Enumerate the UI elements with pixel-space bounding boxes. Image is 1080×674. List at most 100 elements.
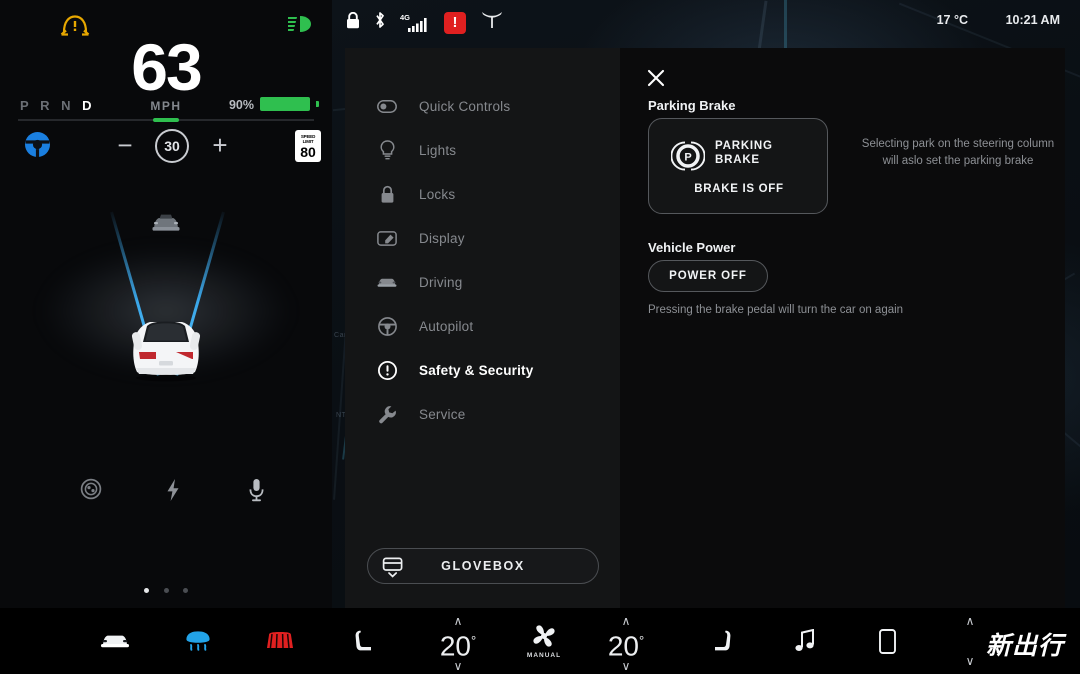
car-controls-icon[interactable] xyxy=(92,608,138,674)
energy-bolt-icon[interactable] xyxy=(150,478,196,507)
settings-nav-list: Quick Controls Lights Locks Display Driv… xyxy=(345,48,620,608)
cluster-action-row xyxy=(0,478,332,532)
instrument-cluster: 63 P R N D MPH 90% − 30 + SPEED LIMIT 80 xyxy=(0,0,332,608)
cluster-divider xyxy=(18,118,314,122)
bluetooth-icon[interactable] xyxy=(374,11,386,34)
steering-wheel-icon xyxy=(377,316,397,336)
sidebar-item-label: Autopilot xyxy=(419,318,474,334)
sidebar-item-locks[interactable]: Locks xyxy=(345,172,620,216)
passenger-temperature-control[interactable]: ∧ 20° ∨ xyxy=(596,608,656,674)
media-note-icon[interactable] xyxy=(782,608,828,674)
driver-temperature-value: 20° xyxy=(439,630,477,662)
cruise-speed-decrease-button[interactable]: − xyxy=(113,132,137,158)
display-screen-icon xyxy=(377,228,397,248)
svg-text:P: P xyxy=(684,151,691,163)
sidebar-item-display[interactable]: Display xyxy=(345,216,620,260)
ego-vehicle-icon xyxy=(123,306,209,389)
sidebar-item-label: Service xyxy=(419,406,466,422)
phone-icon[interactable] xyxy=(864,608,910,674)
speed-limit-value: 80 xyxy=(300,144,316,160)
parking-brake-line1: PARKING xyxy=(715,140,773,152)
chevron-down-icon[interactable]: ∨ xyxy=(428,660,488,672)
lead-vehicle-icon xyxy=(149,210,183,241)
divider-marker xyxy=(153,118,179,122)
degree-symbol: ° xyxy=(638,633,645,648)
clock-time: 10:21 AM xyxy=(1005,13,1060,27)
lock-icon[interactable] xyxy=(346,11,360,34)
parking-brake-line2: BRAKE xyxy=(715,154,760,166)
sidebar-item-label: Quick Controls xyxy=(419,98,511,114)
parking-brake-section-title: Parking Brake xyxy=(648,98,736,113)
parking-brake-button[interactable]: P PARKING BRAKE BRAKE IS OFF xyxy=(648,118,828,214)
sidebar-item-label: Display xyxy=(419,230,465,246)
sidebar-item-service[interactable]: Service xyxy=(345,392,620,436)
glovebox-label: GLOVEBOX xyxy=(441,559,525,573)
tesla-logo-icon[interactable] xyxy=(480,10,504,35)
page-dot-3[interactable] xyxy=(182,588,188,593)
sidebar-item-label: Driving xyxy=(419,274,463,290)
glovebox-icon xyxy=(382,556,404,583)
car-infotainment-screen: Car NT ry CH HE ng oo s Hwy 4G ! xyxy=(0,0,1080,674)
speed-limit-sign: SPEED LIMIT 80 xyxy=(295,130,321,162)
padlock-icon xyxy=(377,184,397,204)
sidebar-item-lights[interactable]: Lights xyxy=(345,128,620,172)
battery-percentage: 90% xyxy=(228,98,254,112)
car-front-icon xyxy=(377,272,397,292)
bottom-toolbar: ∧ 20° ∨ MANUAL ∧ 20° ∨ ∧ ∨ 新出行 xyxy=(0,608,1080,674)
sidebar-item-label: Safety & Security xyxy=(419,362,534,378)
page-dot-1[interactable] xyxy=(144,588,150,593)
source-watermark: 新出行 xyxy=(985,631,1064,660)
parking-brake-button-text: PARKING BRAKE xyxy=(715,139,815,167)
status-bar: 4G ! 17 °C 10:21 AM xyxy=(332,0,1080,40)
left-seat-heater-icon[interactable] xyxy=(340,608,386,674)
cruise-speed-increase-button[interactable]: + xyxy=(208,132,232,158)
sidebar-item-driving[interactable]: Driving xyxy=(345,260,620,304)
fan-manual-icon[interactable]: MANUAL xyxy=(516,608,572,674)
sidebar-item-quick-controls[interactable]: Quick Controls xyxy=(345,84,620,128)
cellular-4g-icon[interactable]: 4G xyxy=(400,13,430,32)
close-icon[interactable] xyxy=(646,68,666,88)
cruise-set-speed[interactable]: 30 xyxy=(155,129,189,163)
degree-symbol: ° xyxy=(470,633,477,648)
chevron-up-icon[interactable]: ∧ xyxy=(596,615,656,627)
microphone-icon[interactable] xyxy=(233,478,279,507)
chevron-up-icon[interactable]: ∧ xyxy=(940,615,1000,627)
right-seat-heater-icon[interactable] xyxy=(700,608,746,674)
sidebar-item-autopilot[interactable]: Autopilot xyxy=(345,304,620,348)
battery-fill xyxy=(260,97,311,111)
vehicle-power-section-title: Vehicle Power xyxy=(648,240,736,255)
battery-gauge xyxy=(260,97,319,111)
camera-dial-icon[interactable] xyxy=(68,478,114,505)
chevron-up-icon[interactable]: ∧ xyxy=(428,615,488,627)
speed-limit-caption: SPEED LIMIT xyxy=(300,134,316,144)
alert-badge-icon[interactable]: ! xyxy=(444,11,466,34)
page-dot-2[interactable] xyxy=(163,588,169,593)
parking-brake-state-label: BRAKE IS OFF xyxy=(694,183,784,195)
alert-circle-icon xyxy=(377,360,397,380)
parking-brake-hint-text: Selecting park on the steering column wi… xyxy=(861,138,1055,167)
passenger-temperature-value: 20° xyxy=(607,630,645,662)
fan-mode-label: MANUAL xyxy=(526,652,562,659)
vehicle-power-hint-text: Pressing the brake pedal will turn the c… xyxy=(648,304,904,316)
outside-temperature: 17 °C xyxy=(936,13,968,27)
steering-wheel-icon[interactable] xyxy=(24,131,51,163)
sidebar-item-label: Locks xyxy=(419,186,456,202)
settings-content-safety-security: Parking Brake P PARKING BRAKE BRAKE IS O… xyxy=(620,48,1065,608)
driver-temperature-control[interactable]: ∧ 20° ∨ xyxy=(428,608,488,674)
toggle-switch-icon xyxy=(377,96,397,116)
glovebox-button[interactable]: GLOVEBOX xyxy=(367,548,599,584)
settings-panel: Quick Controls Lights Locks Display Driv… xyxy=(345,48,1065,608)
power-off-button[interactable]: POWER OFF xyxy=(648,260,768,292)
battery-cap xyxy=(316,101,319,107)
front-defrost-icon[interactable] xyxy=(175,608,221,674)
lightbulb-icon xyxy=(377,140,397,160)
sidebar-item-safety-and-security[interactable]: Safety & Security xyxy=(345,348,620,392)
wrench-icon xyxy=(377,404,397,424)
chevron-down-icon[interactable]: ∨ xyxy=(596,660,656,672)
autopilot-visualization xyxy=(0,188,332,458)
rear-defrost-icon[interactable] xyxy=(257,608,303,674)
speed-readout: 63 xyxy=(131,30,202,104)
sidebar-item-label: Lights xyxy=(419,142,457,158)
parking-brake-icon: P xyxy=(670,139,706,178)
cluster-page-dots[interactable] xyxy=(0,580,332,598)
